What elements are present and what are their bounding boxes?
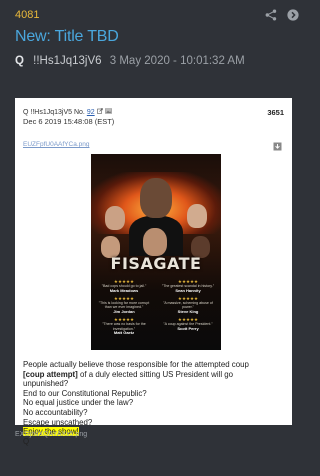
poster-figure-face [143, 228, 167, 256]
fisagate-poster-image: FISAGATE ★★★★★ "Bad cops should go to ja… [91, 154, 221, 350]
body-line: Escape unscathed? [23, 417, 93, 427]
poster-figure-face [105, 206, 125, 230]
poster-title: FISAGATE [110, 254, 202, 273]
external-link-icon [96, 108, 103, 114]
post-tripcode: !!Hs1Jq13jV6 [33, 55, 102, 67]
body-line: No accountability? [23, 407, 88, 417]
body-signature: Q [23, 436, 30, 446]
embedded-post-date: Dec 6 2019 15:48:08 (EST) [23, 117, 115, 126]
body-bold-text: [coup attempt] [23, 369, 78, 379]
review-author: Matt Gaetz [113, 329, 135, 335]
embedded-post: Q !!Hs1Jq13jV5 No. 92 3651 Dec 6 2019 15… [23, 108, 284, 446]
arrow-circle-right-icon[interactable] [286, 9, 299, 22]
poster-review: ★★★★★ "There was no basis for the invest… [95, 317, 153, 335]
post-header: 4081 [15, 8, 299, 22]
embedded-post-link[interactable]: 92 [87, 109, 95, 116]
post-author: Q [15, 55, 24, 67]
image-filename-caption[interactable]: EXGjhliXQAYAXx5.png [15, 431, 87, 438]
share-icon[interactable] [264, 9, 277, 22]
body-text: of a duly elected sitting US President w… [77, 369, 234, 379]
image-icon [104, 108, 112, 114]
review-author: Mark Meadows [109, 287, 139, 293]
poster-review: ★★★★★ "This is looking far more corrupt … [95, 296, 153, 314]
body-line: unpunished? [23, 379, 69, 389]
embedded-post-number: 3651 [267, 108, 284, 117]
post-actions [264, 9, 299, 22]
post-number[interactable]: 4081 [15, 9, 39, 21]
body-line: End to our Constitutional Republic? [23, 388, 147, 398]
review-author: Scott Perry [177, 325, 199, 331]
poster-review: ★★★★★ "A coup against the President." Sc… [159, 317, 217, 335]
poster-review: ★★★★★ "A massive, scheming abuse of powe… [159, 296, 217, 314]
post-date: 3 May 2020 - 10:01:32 AM [109, 55, 245, 67]
poster-reviews: ★★★★★ "Bad cops should go to jail." Mark… [95, 279, 217, 335]
body-line: [coup attempt] of a duly elected sitting… [23, 370, 284, 380]
review-author: Steve King [177, 308, 199, 314]
review-author: Jim Jordan [113, 308, 135, 314]
post-title: New: Title TBD [15, 28, 119, 45]
poster-figure-face [187, 204, 207, 228]
body-line: People actually believe those responsibl… [23, 360, 249, 369]
poster-review: ★★★★★ "The greatest scandal in history."… [159, 279, 217, 293]
embedded-post-header: Q !!Hs1Jq13jV5 No. 92 3651 [23, 108, 284, 117]
post-meta: Q !!Hs1Jq13jV6 3 May 2020 - 10:01:32 AM [15, 55, 245, 67]
embedded-post-name: Q !!Hs1Jq13jV5 No. [23, 109, 85, 116]
poster-review: ★★★★★ "Bad cops should go to jail." Mark… [95, 279, 153, 293]
review-author: Sean Hannity [175, 287, 201, 293]
body-line: No equal justice under the law? [23, 398, 134, 408]
poster-figure-face [140, 178, 172, 218]
embedded-post-image[interactable]: Q !!Hs1Jq13jV5 No. 92 3651 Dec 6 2019 15… [15, 98, 292, 446]
download-icon[interactable] [273, 142, 282, 151]
embedded-post-author: Q !!Hs1Jq13jV5 No. 92 [23, 108, 112, 117]
embedded-post-filename[interactable]: EUZFpfU0AAfYCa.png [23, 141, 284, 148]
